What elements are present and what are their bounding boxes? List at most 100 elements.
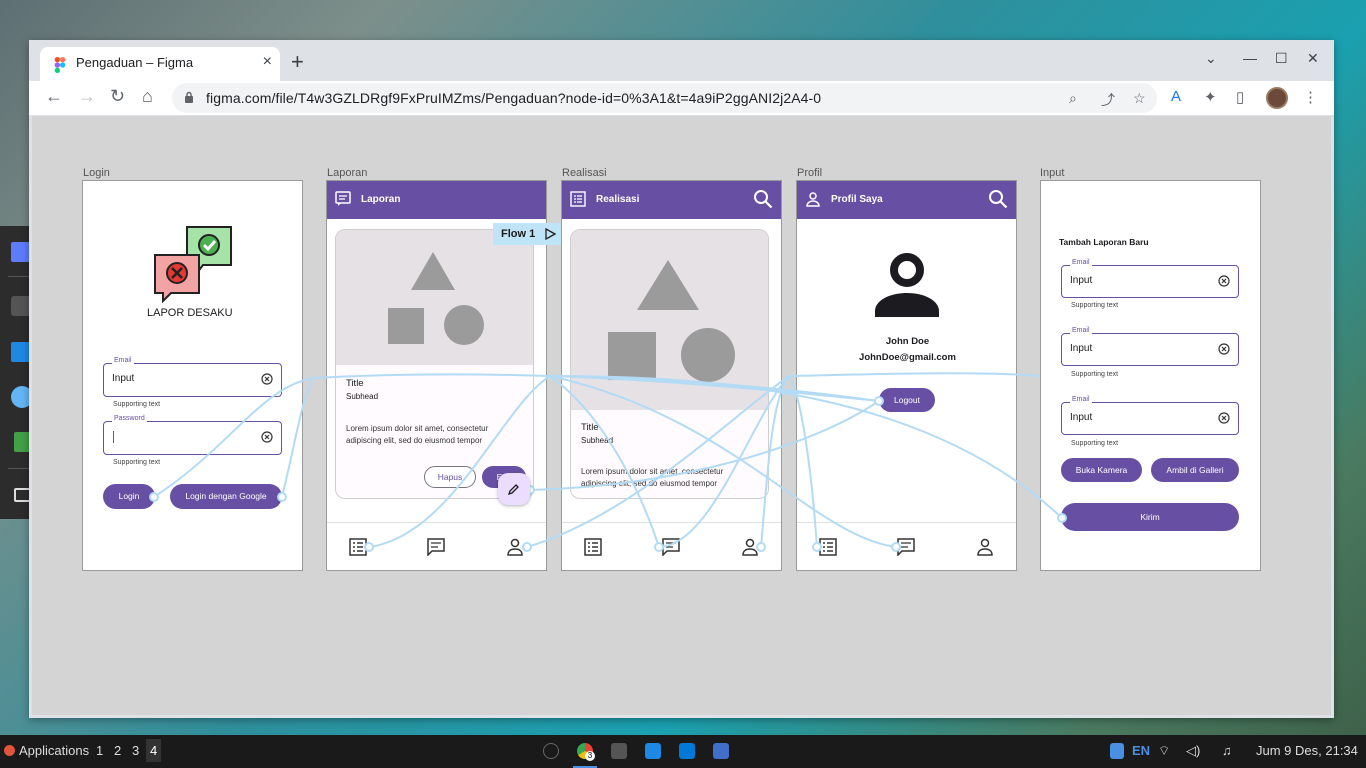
list-icon[interactable] — [819, 538, 837, 556]
frame-login[interactable]: LAPOR DESAKU Email Input Supporting text… — [82, 180, 303, 571]
clear-icon[interactable] — [1218, 343, 1230, 355]
chat-icon[interactable] — [662, 538, 680, 556]
card-media — [571, 230, 768, 410]
frame-label-input[interactable]: Input — [1040, 167, 1064, 179]
clock[interactable]: Jum 9 Des, 21:34 — [1256, 743, 1358, 758]
play-icon[interactable] — [545, 228, 556, 240]
frame-label-realisasi[interactable]: Realisasi — [562, 167, 607, 179]
google-login-button[interactable]: Login dengan Google — [170, 484, 282, 509]
maximize-icon[interactable]: ☐ — [1275, 50, 1288, 67]
input-field-3[interactable]: Email Input — [1061, 396, 1239, 435]
frame-input[interactable]: Tambah Laporan Baru Email Input Supporti… — [1040, 180, 1261, 571]
search-icon[interactable] — [988, 189, 1008, 209]
minimize-icon[interactable]: — — [1243, 50, 1257, 66]
search-icon[interactable]: ⌕ — [1069, 90, 1077, 107]
editor-icon[interactable] — [713, 743, 729, 759]
translate-icon[interactable]: A — [1171, 88, 1181, 105]
card-title: Title — [581, 422, 599, 433]
address-bar[interactable]: figma.com/file/T4w3GZLDRgf9FxPruIMZms/Pe… — [172, 83, 1157, 113]
clipboard-icon[interactable] — [1110, 743, 1124, 759]
files-icon[interactable] — [645, 743, 661, 759]
forward-icon[interactable]: → — [78, 86, 96, 107]
workspace-2[interactable]: 2 — [114, 743, 121, 758]
new-tab-button[interactable]: + — [291, 49, 304, 75]
search-icon[interactable] — [753, 189, 773, 209]
extensions-icon[interactable]: ✦ — [1204, 88, 1217, 106]
side-panel-icon[interactable]: ▯ — [1236, 88, 1244, 106]
share-icon[interactable]: ⤴ — [1101, 90, 1115, 110]
vscode-icon[interactable] — [679, 743, 695, 759]
frame-label-profil[interactable]: Profil — [797, 167, 822, 179]
camera-button[interactable]: Buka Kamera — [1061, 458, 1142, 482]
frame-label-laporan[interactable]: Laporan — [327, 167, 367, 179]
realisasi-card[interactable]: Title Subhead Lorem ipsum dolor sit amet… — [570, 229, 769, 499]
input-field-2[interactable]: Email Input — [1061, 327, 1239, 366]
shapes-placeholder-icon — [608, 260, 735, 382]
email-field[interactable]: Email Input — [103, 357, 282, 397]
frame-label-login[interactable]: Login — [83, 167, 110, 179]
applications-menu[interactable]: Applications — [19, 743, 89, 758]
tab-pengaduan[interactable]: Pengaduan – Figma × — [40, 47, 280, 81]
card-subhead: Subhead — [581, 436, 614, 445]
edit-fab[interactable] — [498, 473, 530, 505]
submit-button[interactable]: Kirim — [1061, 503, 1239, 531]
clear-icon[interactable] — [261, 431, 273, 443]
list-icon[interactable] — [584, 538, 602, 556]
wifi-icon[interactable]: ⌔ — [1158, 743, 1170, 759]
profil-title: Profil Saya — [831, 194, 883, 205]
hapus-button[interactable]: Hapus — [424, 466, 476, 488]
field-label: Email — [1070, 396, 1092, 403]
laporan-title: Laporan — [361, 194, 401, 205]
menu-icon[interactable]: ⋮ — [1303, 88, 1318, 106]
field-label: Email — [1070, 259, 1092, 266]
email-value: Input — [112, 373, 135, 384]
workspace-3[interactable]: 3 — [132, 743, 139, 758]
flow-starting-point[interactable]: Flow 1 — [493, 223, 561, 245]
laporan-card[interactable]: Title Subhead Lorem ipsum dolor sit amet… — [335, 229, 534, 499]
notification-bell-icon[interactable]: ♫ — [1222, 743, 1232, 758]
home-icon[interactable]: ⌂ — [142, 86, 153, 107]
figma-canvas[interactable]: Login Laporan Realisasi Profil Input LAP… — [32, 116, 1331, 715]
card-subhead: Subhead — [346, 392, 379, 401]
input-field-1[interactable]: Email Input — [1061, 259, 1239, 298]
clear-icon[interactable] — [1218, 275, 1230, 287]
logout-button[interactable]: Logout — [879, 388, 935, 412]
password-support-text: Supporting text — [113, 459, 161, 466]
reload-icon[interactable]: ↻ — [110, 86, 125, 107]
terminal-icon[interactable] — [611, 743, 627, 759]
bookmark-star-icon[interactable]: ☆ — [1133, 90, 1146, 107]
close-window-icon[interactable]: ✕ — [1307, 50, 1319, 67]
close-tab-icon[interactable]: × — [263, 53, 272, 71]
shapes-placeholder-icon — [388, 252, 484, 345]
clear-icon[interactable] — [1218, 412, 1230, 424]
field-support-text: Supporting text — [1071, 302, 1119, 309]
person-icon[interactable] — [506, 538, 524, 556]
frame-profil[interactable]: Profil Saya John Doe JohnDoe@gmail.com L… — [796, 180, 1017, 571]
pencil-icon — [508, 484, 519, 495]
launcher-icon[interactable] — [543, 743, 559, 759]
person-icon[interactable] — [741, 538, 759, 556]
brand-name: LAPOR DESAKU — [147, 307, 233, 319]
person-icon[interactable] — [976, 538, 994, 556]
keyboard-layout[interactable]: EN — [1132, 743, 1150, 758]
chat-icon[interactable] — [897, 538, 915, 556]
field-value: Input — [1070, 412, 1093, 423]
login-button[interactable]: Login — [103, 484, 155, 509]
volume-icon[interactable]: ◁) — [1186, 743, 1200, 759]
app-menu-icon[interactable] — [4, 745, 15, 756]
tab-search-icon[interactable]: ⌄ — [1205, 50, 1217, 67]
profile-avatar[interactable] — [1266, 87, 1288, 109]
workspace-4[interactable]: 4 — [146, 739, 162, 762]
tab-strip: Pengaduan – Figma × + ⌄ — ☐ ✕ — [29, 40, 1334, 81]
clear-icon[interactable] — [261, 373, 273, 385]
chat-icon[interactable] — [427, 538, 445, 556]
workspace-1[interactable]: 1 — [96, 743, 103, 758]
browser-toolbar: ← → ↻ ⌂ figma.com/file/T4w3GZLDRgf9FxPru… — [29, 81, 1334, 115]
back-icon[interactable]: ← — [45, 86, 63, 107]
frame-realisasi[interactable]: Realisasi Title Subhead Lorem ipsum dolo… — [561, 180, 782, 571]
list-icon[interactable] — [349, 538, 367, 556]
password-field[interactable]: Password — [103, 415, 282, 455]
card-media — [336, 230, 533, 365]
realisasi-appbar: Realisasi — [562, 181, 781, 219]
gallery-button[interactable]: Ambil di Galleri — [1151, 458, 1239, 482]
